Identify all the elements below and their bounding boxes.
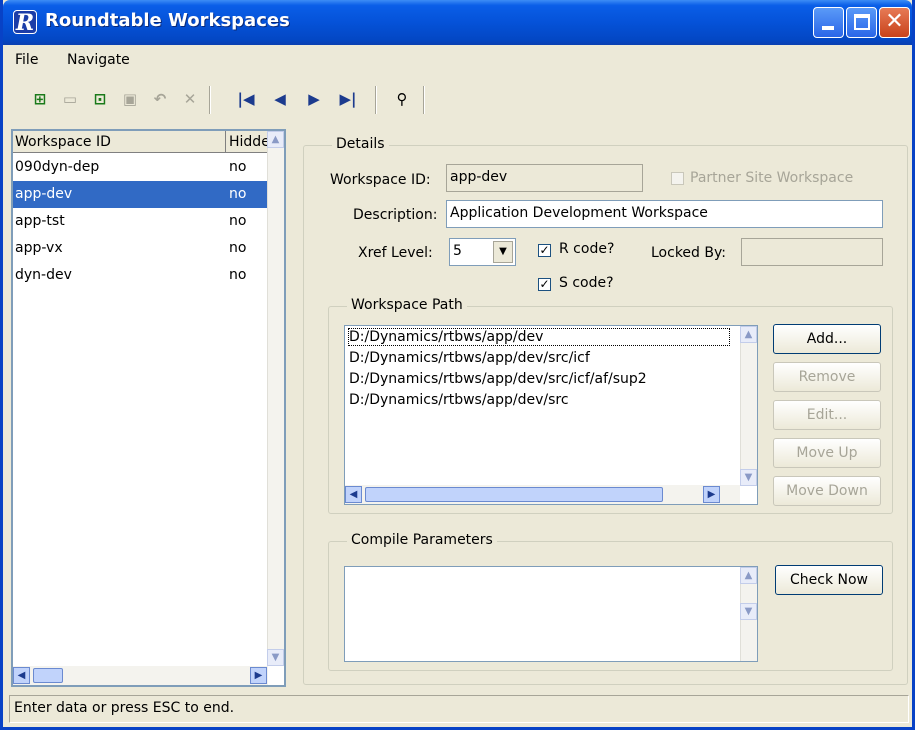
toolbar: ⊞ ▭ ⊡ ▣ ↶ ✕ |◀ ◀ ▶ ▶| ⚲ <box>3 80 912 120</box>
cell-hidden: no <box>229 267 247 283</box>
toolbar-separator <box>423 86 425 114</box>
binoculars-find-icon[interactable]: ⚲ <box>389 86 415 112</box>
menu-bar: File Navigate <box>3 45 912 73</box>
cell-workspace-id: 090dyn-dep <box>15 159 100 175</box>
scroll-up-icon[interactable]: ▲ <box>267 131 284 148</box>
scroll-thumb[interactable] <box>365 487 663 502</box>
previous-record-icon[interactable]: ◀ <box>267 86 293 112</box>
maximize-button[interactable] <box>846 7 877 38</box>
table-row[interactable]: app-vx no <box>13 235 268 262</box>
cell-hidden: no <box>229 159 247 175</box>
s-code-label: S code? <box>559 275 614 291</box>
app-window: R Roundtable Workspaces ✕ File Navigate … <box>0 0 915 730</box>
scroll-up-icon[interactable]: ▲ <box>740 326 757 343</box>
cell-workspace-id: app-dev <box>15 186 73 202</box>
menu-file[interactable]: File <box>15 52 38 68</box>
scroll-right-icon[interactable]: ▶ <box>250 667 267 684</box>
workspace-path-list[interactable]: D:/Dynamics/rtbws/app/dev D:/Dynamics/rt… <box>344 325 758 505</box>
scroll-down-icon[interactable]: ▼ <box>740 469 757 486</box>
compile-vertical-scrollbar[interactable]: ▲ ▼ <box>740 567 757 661</box>
close-button[interactable]: ✕ <box>879 7 910 38</box>
path-vertical-scrollbar[interactable]: ▲ ▼ <box>740 326 757 486</box>
list-vertical-scrollbar[interactable]: ▲ ▼ <box>267 131 284 666</box>
list-header: Workspace ID Hidden <box>13 131 268 153</box>
details-title: Details <box>332 136 389 152</box>
scroll-left-icon[interactable]: ◀ <box>13 667 30 684</box>
path-item[interactable]: D:/Dynamics/rtbws/app/dev <box>348 328 730 346</box>
first-record-icon[interactable]: |◀ <box>233 86 259 112</box>
menu-navigate[interactable]: Navigate <box>67 52 130 68</box>
table-row[interactable]: 090dyn-dep no <box>13 154 268 181</box>
r-code-label: R code? <box>559 241 615 257</box>
chevron-down-icon[interactable]: ▼ <box>493 241 513 263</box>
list-horizontal-scrollbar[interactable]: ◀ ▶ <box>13 666 268 685</box>
next-record-icon[interactable]: ▶ <box>301 86 327 112</box>
last-record-icon[interactable]: ▶| <box>335 86 361 112</box>
workspace-id-field[interactable]: app-dev <box>446 164 643 192</box>
workspace-path-title: Workspace Path <box>347 297 467 313</box>
title-bar[interactable]: R Roundtable Workspaces ✕ <box>3 0 912 45</box>
toolbar-separator <box>209 86 211 114</box>
scroll-right-icon[interactable]: ▶ <box>703 486 720 503</box>
cell-hidden: no <box>229 240 247 256</box>
workspace-list[interactable]: Workspace ID Hidden 090dyn-dep no app-de… <box>11 129 286 687</box>
partner-site-checkbox[interactable] <box>671 172 684 185</box>
s-code-checkbox[interactable]: ✓ <box>538 278 551 291</box>
scroll-up-icon[interactable]: ▲ <box>740 567 757 584</box>
close-icon: ✕ <box>885 9 904 34</box>
scroll-down-icon[interactable]: ▼ <box>267 649 284 666</box>
scroll-down-icon[interactable]: ▼ <box>740 603 757 620</box>
compile-parameters-field[interactable]: ▲ ▼ <box>344 566 758 662</box>
path-item[interactable]: D:/Dynamics/rtbws/app/dev/src <box>349 392 569 408</box>
cell-hidden: no <box>229 213 247 229</box>
workspace-id-label: Workspace ID: <box>330 172 431 188</box>
status-bar: Enter data or press ESC to end. <box>9 695 909 723</box>
modify-record-icon[interactable]: ⊡ <box>87 86 113 112</box>
move-up-button[interactable]: Move Up <box>773 438 881 468</box>
cell-workspace-id: dyn-dev <box>15 267 72 283</box>
undo-icon[interactable]: ↶ <box>147 86 173 112</box>
xref-level-label: Xref Level: <box>358 245 433 261</box>
window-title: Roundtable Workspaces <box>45 10 290 31</box>
path-item[interactable]: D:/Dynamics/rtbws/app/dev/src/icf <box>349 350 590 366</box>
copy-record-icon[interactable]: ▭ <box>57 86 83 112</box>
compile-parameters-title: Compile Parameters <box>347 532 497 548</box>
scroll-thumb[interactable] <box>33 668 63 683</box>
delete-icon[interactable]: ✕ <box>177 86 203 112</box>
toolbar-separator <box>375 86 377 114</box>
path-item[interactable]: D:/Dynamics/rtbws/app/dev/src/icf/af/sup… <box>349 371 647 387</box>
path-horizontal-scrollbar[interactable]: ◀ ▶ <box>345 485 740 504</box>
cell-hidden: no <box>229 186 247 202</box>
minimize-icon <box>822 26 834 30</box>
partner-site-label: Partner Site Workspace <box>690 170 854 186</box>
move-down-button[interactable]: Move Down <box>773 476 881 506</box>
column-header-hidden[interactable]: Hidden <box>227 131 268 153</box>
save-record-icon[interactable]: ▣ <box>117 86 143 112</box>
locked-by-field[interactable] <box>741 238 883 266</box>
column-header-workspace-id[interactable]: Workspace ID <box>13 131 226 153</box>
locked-by-label: Locked By: <box>651 245 726 261</box>
maximize-icon <box>854 14 870 30</box>
minimize-button[interactable] <box>813 7 844 38</box>
cell-workspace-id: app-tst <box>15 213 65 229</box>
description-label: Description: <box>353 207 438 223</box>
add-record-icon[interactable]: ⊞ <box>27 86 53 112</box>
r-code-checkbox[interactable]: ✓ <box>538 244 551 257</box>
remove-path-button[interactable]: Remove <box>773 362 881 392</box>
check-now-button[interactable]: Check Now <box>775 565 883 595</box>
table-row-selected[interactable]: app-dev no <box>13 181 268 208</box>
app-logo-icon: R <box>13 10 37 35</box>
edit-path-button[interactable]: Edit... <box>773 400 881 430</box>
cell-workspace-id: app-vx <box>15 240 63 256</box>
description-field[interactable]: Application Development Workspace <box>446 200 883 228</box>
add-path-button[interactable]: Add... <box>773 324 881 354</box>
table-row[interactable]: dyn-dev no <box>13 262 268 289</box>
table-row[interactable]: app-tst no <box>13 208 268 235</box>
scroll-left-icon[interactable]: ◀ <box>345 486 362 503</box>
